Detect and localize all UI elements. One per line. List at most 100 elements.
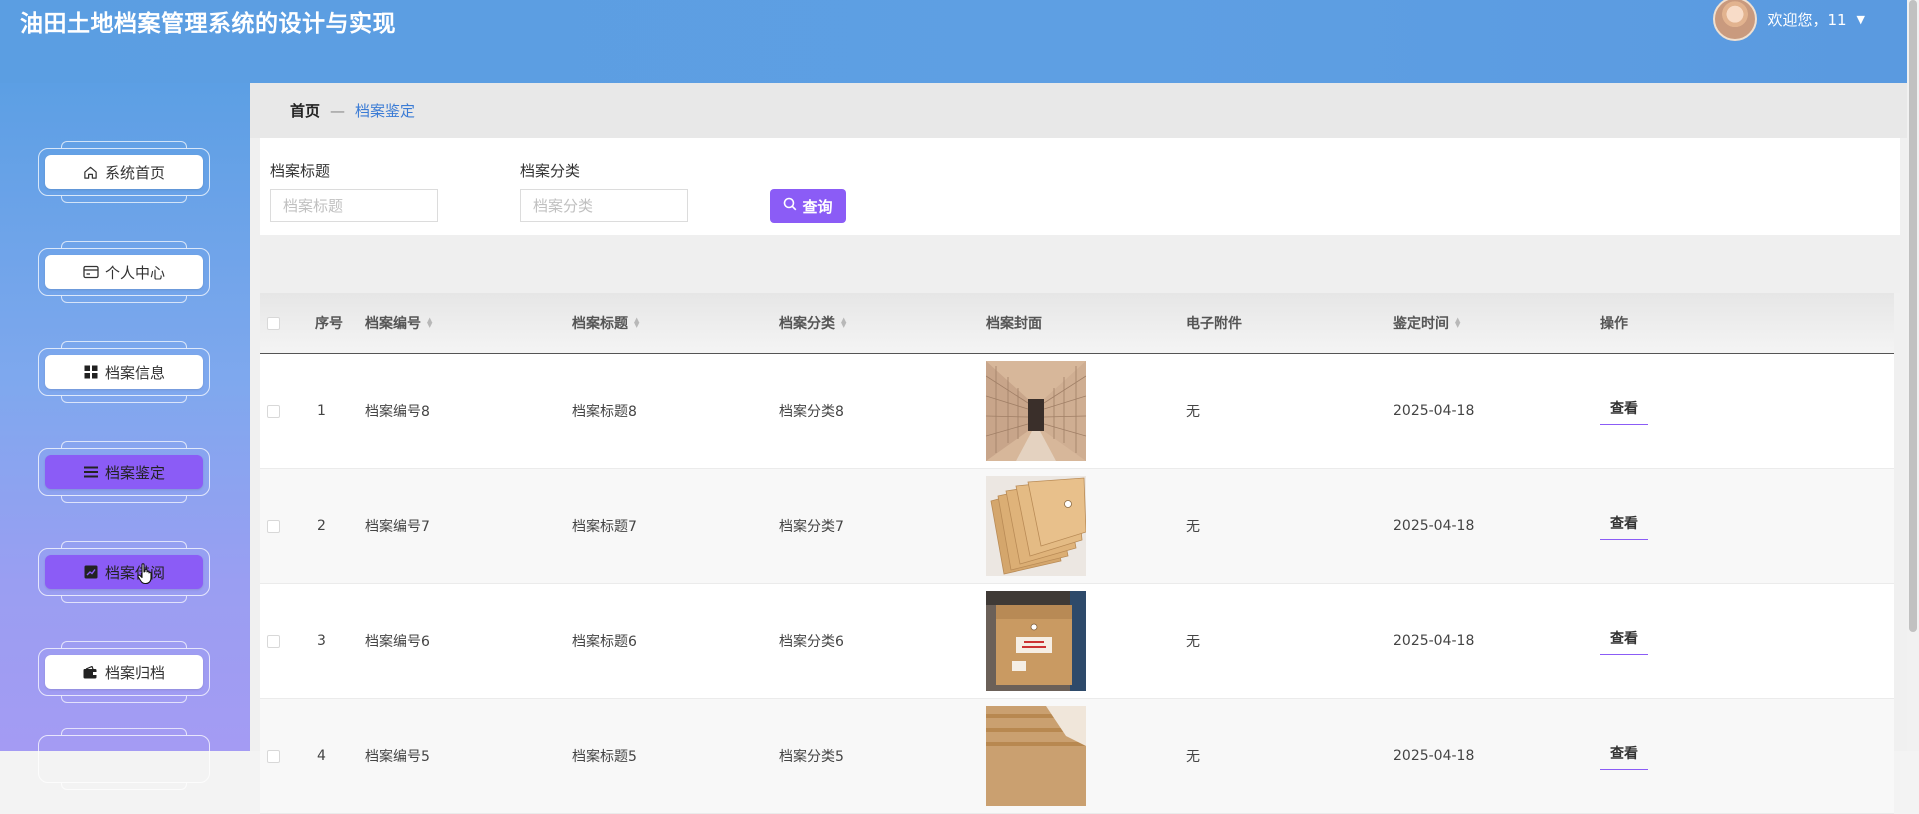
cell-title: 档案标题6: [572, 634, 637, 650]
col-index: 序号: [315, 316, 343, 332]
scrollbar-thumb[interactable]: [1909, 0, 1917, 632]
row-select-cell[interactable]: [267, 354, 280, 468]
breadcrumb-current: 档案鉴定: [355, 102, 416, 120]
cell-attachment: 无: [1186, 749, 1200, 765]
cell-category: 档案分类6: [779, 634, 844, 650]
sidebar-item-profile[interactable]: 个人中心: [38, 241, 210, 303]
title-search-input[interactable]: [270, 189, 438, 222]
toolbar-area: [260, 235, 1900, 293]
sidebar-item-appraisal[interactable]: 档案鉴定: [38, 441, 210, 503]
sort-icon[interactable]: ▲ ▼: [841, 317, 846, 329]
sidebar-item-label: 档案归档: [104, 663, 165, 682]
table-header: 序号 档案编号 ▲ ▼ 档案标题 ▲ ▼ 档案分类 ▲ ▼ 档案封面 电子附件 鉴定时间 ▲ ▼…: [260, 293, 1894, 354]
cell-cover: [986, 584, 1086, 698]
cell-action: 查看: [1600, 354, 1648, 468]
select-all-cell[interactable]: [267, 293, 280, 353]
archive-folders-image[interactable]: [986, 706, 1086, 806]
cell-index: 3: [317, 633, 326, 649]
user-menu[interactable]: 欢迎您，11 ▼: [1713, 0, 1865, 41]
cell-date: 2025-04-18: [1393, 518, 1475, 534]
cell-index: 1: [317, 403, 326, 419]
cell-date: 2025-04-18: [1393, 403, 1475, 419]
row-checkbox[interactable]: [267, 519, 280, 533]
cell-attachment: 无: [1186, 519, 1200, 535]
view-button[interactable]: 查看: [1600, 743, 1648, 770]
menu-frame: [38, 728, 210, 790]
view-button[interactable]: 查看: [1600, 628, 1648, 655]
cell-code: 档案编号7: [365, 519, 430, 535]
breadcrumb-separator: —: [330, 101, 346, 120]
sidebar-item-label: 档案信息: [104, 363, 165, 382]
sort-icon[interactable]: ▲ ▼: [634, 317, 639, 329]
app-title: 油田土地档案管理系统的设计与实现: [20, 11, 396, 37]
home-icon: [83, 164, 99, 180]
table-row: 3 档案编号6 档案标题6 档案分类6 无 2025-04-18 查看: [260, 584, 1894, 699]
card-icon: [83, 264, 99, 280]
cell-index: 4: [317, 748, 326, 764]
cell-date: 2025-04-18: [1393, 748, 1475, 764]
caret-down-icon[interactable]: ▼: [1857, 13, 1865, 26]
cell-code: 档案编号5: [365, 749, 430, 765]
sidebar-button[interactable]: 系统首页: [45, 155, 203, 189]
category-search-input[interactable]: [520, 189, 688, 222]
cell-cover: [986, 699, 1086, 813]
page-scrollbar[interactable]: [1907, 0, 1919, 751]
cell-code: 档案编号8: [365, 404, 430, 420]
search-panel: 档案标题 档案分类 查询: [260, 138, 1900, 235]
sidebar-button[interactable]: 档案借阅: [45, 555, 203, 589]
list-icon: [83, 464, 99, 480]
main-content: 首页 — 档案鉴定 档案标题 档案分类 查询 序号 档案编号▲▼ 档案标题▲▼ …: [250, 83, 1907, 814]
query-button-label: 查询: [802, 198, 833, 216]
row-checkbox[interactable]: [267, 749, 280, 763]
row-select-cell[interactable]: [267, 469, 280, 583]
sidebar-item-more[interactable]: [38, 728, 210, 790]
sidebar-item-home[interactable]: 系统首页: [38, 141, 210, 203]
search-icon: [783, 197, 797, 215]
col-category[interactable]: 档案分类 ▲ ▼: [779, 293, 846, 353]
sidebar-button[interactable]: 档案鉴定: [45, 455, 203, 489]
archive-shelves-image[interactable]: [986, 361, 1086, 461]
view-button[interactable]: 查看: [1600, 513, 1648, 540]
query-button[interactable]: 查询: [770, 189, 846, 223]
cell-attachment: 无: [1186, 634, 1200, 650]
sidebar-button[interactable]: 档案归档: [45, 655, 203, 689]
sidebar-button[interactable]: 个人中心: [45, 255, 203, 289]
cell-title: 档案标题7: [572, 519, 637, 535]
sidebar-button[interactable]: 档案信息: [45, 355, 203, 389]
sort-icon[interactable]: ▲ ▼: [427, 317, 432, 329]
col-code[interactable]: 档案编号 ▲ ▼: [365, 293, 432, 353]
cell-code: 档案编号6: [365, 634, 430, 650]
row-select-cell[interactable]: [267, 584, 280, 698]
envelopes-image[interactable]: [986, 476, 1086, 576]
sidebar-item-filing[interactable]: 档案归档: [38, 641, 210, 703]
cell-category: 档案分类8: [779, 404, 844, 420]
archive-table: 序号 档案编号 ▲ ▼ 档案标题 ▲ ▼ 档案分类 ▲ ▼ 档案封面 电子附件 鉴定时间 ▲ ▼…: [260, 293, 1894, 814]
breadcrumb-home[interactable]: 首页: [290, 100, 320, 121]
title-field-label: 档案标题: [270, 162, 331, 180]
sidebar-item-borrow[interactable]: 档案借阅: [38, 541, 210, 603]
cell-index: 2: [317, 518, 326, 534]
row-select-cell[interactable]: [267, 699, 280, 813]
grid-icon: [83, 364, 99, 380]
sidebar-item-label: 档案借阅: [104, 563, 165, 582]
view-button[interactable]: 查看: [1600, 398, 1648, 425]
user-avatar[interactable]: [1713, 0, 1758, 41]
cell-category: 档案分类7: [779, 519, 844, 535]
select-all-checkbox[interactable]: [267, 316, 280, 330]
col-title[interactable]: 档案标题 ▲ ▼: [572, 293, 639, 353]
sort-icon[interactable]: ▲ ▼: [1455, 317, 1460, 329]
cell-cover: [986, 469, 1086, 583]
col-attachment: 电子附件: [1186, 316, 1242, 332]
col-cover: 档案封面: [986, 316, 1042, 332]
col-date[interactable]: 鉴定时间 ▲ ▼: [1393, 293, 1460, 353]
col-action: 操作: [1600, 316, 1628, 332]
sidebar-item-label: 个人中心: [104, 263, 165, 282]
row-checkbox[interactable]: [267, 634, 280, 648]
sidebar-item-label: 系统首页: [104, 163, 165, 182]
sidebar-item-archive-info[interactable]: 档案信息: [38, 341, 210, 403]
breadcrumb: 首页 — 档案鉴定: [250, 83, 1907, 138]
archive-bag-image[interactable]: [986, 591, 1086, 691]
table-row: 1 档案编号8 档案标题8 档案分类8 无 2025-04-18 查看: [260, 354, 1894, 469]
row-checkbox[interactable]: [267, 404, 280, 418]
welcome-text[interactable]: 欢迎您，11: [1767, 9, 1846, 30]
